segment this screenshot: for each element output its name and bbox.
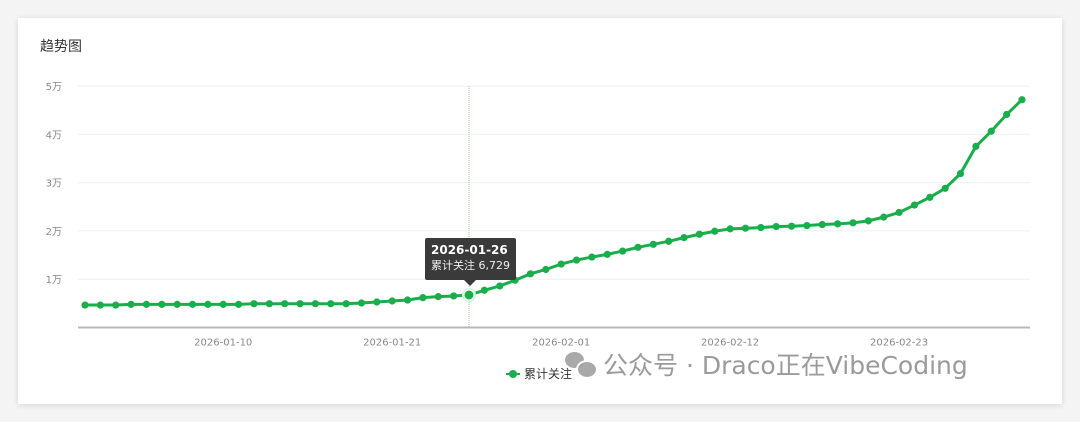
data-point <box>327 300 335 308</box>
watermark: 公众号 · Draco正在VibeCoding <box>565 346 968 382</box>
data-point <box>450 292 458 300</box>
data-point <box>588 253 596 261</box>
data-point <box>127 300 135 308</box>
data-point <box>419 294 427 302</box>
data-point <box>741 224 750 232</box>
data-point <box>373 298 381 306</box>
data-point <box>142 300 151 308</box>
data-point <box>619 247 627 255</box>
chart-tooltip: 2026-01-26 累计关注 6,729 <box>425 238 516 286</box>
data-point <box>204 300 212 308</box>
data-point <box>987 127 995 135</box>
data-point <box>864 217 872 225</box>
data-point <box>542 265 550 274</box>
data-point <box>173 300 181 308</box>
data-point <box>803 221 811 230</box>
data-point <box>526 270 535 278</box>
data-point <box>311 300 319 308</box>
data-point <box>250 300 258 308</box>
data-point <box>357 299 366 307</box>
data-point <box>880 213 888 221</box>
data-point <box>1018 96 1026 104</box>
data-point <box>235 300 243 308</box>
data-point <box>81 301 89 309</box>
legend-line-dot-icon <box>506 369 520 379</box>
data-point <box>757 223 765 232</box>
data-point <box>818 220 826 229</box>
y-tick-label: 2万 <box>46 227 62 238</box>
data-point <box>342 300 350 308</box>
data-point <box>281 300 289 308</box>
data-point <box>496 282 504 290</box>
data-point <box>265 300 273 308</box>
data-point-highlighted <box>463 289 475 301</box>
y-tick-label: 3万 <box>46 179 62 190</box>
data-point <box>572 256 581 264</box>
x-tick-label: 2026-01-21 <box>363 338 421 349</box>
data-point <box>726 225 734 233</box>
data-point <box>895 208 903 217</box>
data-point <box>388 297 396 305</box>
data-point <box>787 222 796 230</box>
data-point <box>772 222 780 231</box>
x-tick-label: 2026-01-10 <box>194 338 252 349</box>
data-point <box>434 293 442 301</box>
data-point <box>695 230 704 238</box>
tooltip-value: 累计关注 6,729 <box>431 259 510 272</box>
data-point <box>926 193 934 201</box>
data-point <box>634 243 642 251</box>
data-point <box>849 219 857 227</box>
data-point <box>296 300 304 308</box>
tooltip-date: 2026-01-26 <box>431 243 508 257</box>
data-point <box>480 286 488 294</box>
data-point <box>96 301 104 309</box>
data-point <box>972 142 980 150</box>
data-point <box>649 240 657 248</box>
y-tick-label: 1万 <box>46 275 62 286</box>
data-point <box>557 260 565 268</box>
data-point <box>956 169 965 178</box>
series-line <box>85 98 1023 307</box>
wechat-icon <box>565 352 598 379</box>
data-point <box>834 220 842 228</box>
data-point <box>910 201 919 209</box>
data-point <box>403 296 412 304</box>
data-point <box>603 250 611 258</box>
data-point <box>711 227 719 235</box>
data-point <box>158 300 166 308</box>
y-tick-label: 4万 <box>46 130 62 141</box>
data-point <box>941 184 949 192</box>
data-point <box>665 237 673 245</box>
data-point <box>219 300 227 308</box>
watermark-text: 公众号 · Draco正在VibeCoding <box>603 351 968 380</box>
y-tick-label: 5万 <box>46 82 62 93</box>
data-point <box>680 234 688 242</box>
data-point <box>112 301 120 309</box>
data-point <box>188 300 197 308</box>
legend-item-cumulative-follows[interactable]: 累计关注 <box>506 365 572 382</box>
data-point <box>1003 110 1011 119</box>
